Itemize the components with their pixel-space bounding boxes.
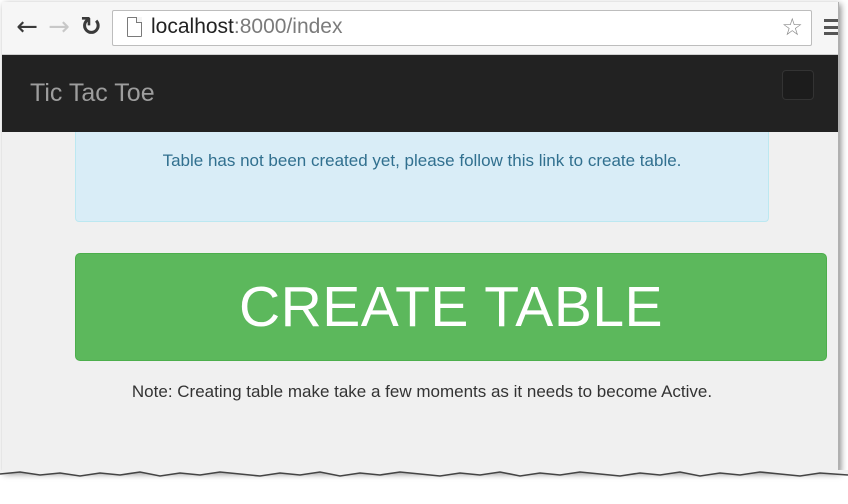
browser-window: ← → ↻ localhost:8000/index ☆ Tic Tac Toe… [2, 2, 839, 472]
back-arrow-icon[interactable]: ← [14, 12, 40, 42]
torn-paper-edge [0, 470, 848, 477]
address-bar[interactable]: localhost:8000/index ☆ [112, 10, 812, 46]
page-icon [127, 17, 142, 37]
url-text[interactable]: localhost:8000/index [151, 15, 342, 39]
info-alert[interactable]: Table has not been created yet, please f… [75, 132, 769, 222]
navbar-brand[interactable]: Tic Tac Toe [30, 79, 155, 108]
create-table-button[interactable]: CREATE TABLE [75, 253, 827, 361]
url-path: :8000/index [233, 15, 343, 38]
note-text: Note: Creating table make take a few mom… [131, 382, 713, 401]
url-host: localhost [151, 15, 234, 38]
star-icon[interactable]: ☆ [781, 13, 803, 41]
navbar-toggle-button[interactable] [782, 70, 814, 100]
forward-arrow-icon[interactable]: → [46, 12, 72, 42]
top-navbar: Tic Tac Toe [2, 55, 838, 132]
hamburger-menu-icon[interactable] [824, 19, 838, 35]
browser-toolbar: ← → ↻ localhost:8000/index ☆ [2, 2, 838, 55]
reload-icon[interactable]: ↻ [78, 12, 104, 42]
